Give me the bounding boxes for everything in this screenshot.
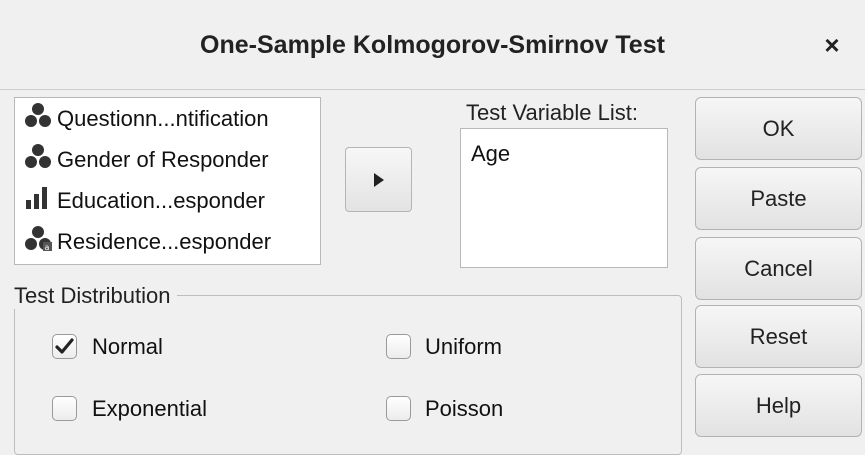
test-distribution-group (14, 295, 682, 455)
uniform-checkbox[interactable] (386, 334, 411, 359)
title-bar: One-Sample Kolmogorov-Smirnov Test × (0, 0, 865, 90)
uniform-label: Uniform (425, 334, 503, 359)
list-item-label: Questionn...ntification (57, 106, 269, 131)
list-item[interactable]: a Residence...esponder (23, 225, 271, 259)
close-button[interactable]: × (815, 28, 849, 62)
list-item-label: Residence...esponder (57, 229, 272, 254)
arrow-right-icon (374, 173, 384, 187)
checkmark-icon (55, 338, 74, 354)
help-button[interactable]: Help (695, 374, 862, 437)
list-item-label: Gender of Responder (57, 147, 269, 172)
list-item-label: Education...esponder (57, 188, 265, 213)
ordinal-icon (23, 184, 53, 220)
list-item[interactable]: Gender of Responder (23, 143, 269, 177)
source-variable-list[interactable]: Questionn...ntification Gender of Respon… (14, 97, 321, 265)
test-distribution-legend: Test Distribution (14, 283, 177, 309)
paste-button[interactable]: Paste (695, 167, 862, 230)
list-item[interactable]: Age (471, 141, 510, 167)
dialog-title: One-Sample Kolmogorov-Smirnov Test (200, 31, 665, 59)
reset-button[interactable]: Reset (695, 305, 862, 368)
cancel-button[interactable]: Cancel (695, 237, 862, 300)
test-variable-list-label: Test Variable List: (465, 100, 638, 125)
nominal-icon: a (23, 225, 53, 261)
nominal-icon (23, 102, 53, 138)
svg-text:a: a (45, 243, 50, 251)
list-item[interactable]: Questionn...ntification (23, 102, 269, 136)
test-variable-list[interactable]: Age (460, 128, 668, 268)
exponential-label: Exponential (92, 396, 207, 421)
ok-button[interactable]: OK (695, 97, 862, 160)
normal-label: Normal (92, 334, 163, 359)
exponential-checkbox[interactable] (52, 396, 77, 421)
normal-checkbox[interactable] (52, 334, 77, 359)
poisson-checkbox[interactable] (386, 396, 411, 421)
list-item[interactable]: Education...esponder (23, 184, 265, 218)
poisson-label: Poisson (425, 396, 504, 421)
nominal-icon (23, 143, 53, 179)
move-right-button[interactable] (345, 147, 412, 212)
